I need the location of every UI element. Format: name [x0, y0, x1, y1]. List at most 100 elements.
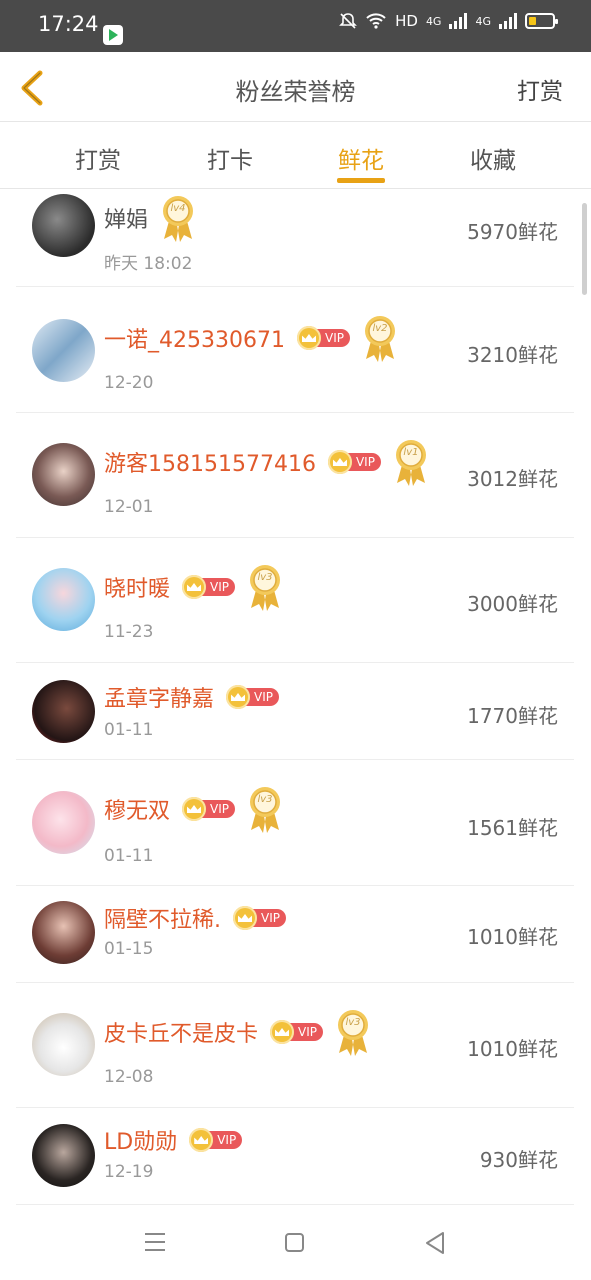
vip-badge: VIP [182, 797, 235, 821]
flower-count: 1010鲜花 [467, 925, 558, 949]
flower-count: 1010鲜花 [467, 1037, 558, 1061]
avatar [32, 901, 95, 964]
name-line: 婵娟 lv4 [104, 193, 196, 243]
vip-badge: VIP [270, 1020, 323, 1044]
vip-badge: VIP [233, 906, 286, 930]
wifi-icon [366, 13, 386, 29]
avatar [32, 194, 95, 257]
network-4g-1: 4G [425, 14, 442, 28]
vip-badge: VIP [182, 575, 235, 599]
crown-icon [182, 797, 207, 821]
avatar [32, 791, 95, 854]
system-nav-bar [0, 1205, 591, 1280]
reward-button[interactable]: 打赏 [517, 72, 563, 106]
fan-name: 皮卡丘不是皮卡 [104, 1022, 259, 1047]
level-label: lv1 [403, 447, 419, 458]
signal-icon-1 [449, 13, 468, 29]
avatar [32, 1124, 95, 1187]
tab-reward[interactable]: 打赏 [58, 141, 138, 175]
crown-icon [327, 450, 352, 474]
battery-icon [525, 13, 558, 29]
list-item[interactable]: LD勋勋 VIP 12-19 930鲜花 [16, 1108, 574, 1205]
list-item[interactable]: 隔壁不拉稀. VIP 01-15 1010鲜花 [16, 886, 574, 983]
tab-flowers[interactable]: 鲜花 [321, 141, 401, 175]
level-label: lv4 [170, 203, 186, 214]
level-label: lv2 [372, 323, 388, 334]
flower-count: 930鲜花 [479, 1148, 558, 1172]
fan-name: 游客158151577416 [104, 452, 316, 477]
fan-date: 01-11 [104, 846, 154, 866]
level-label: lv3 [345, 1017, 361, 1028]
fan-date: 01-11 [104, 720, 154, 740]
home-icon[interactable] [285, 1233, 304, 1252]
level-label: lv3 [257, 572, 273, 583]
header-bar: 粉丝荣誉榜 打赏 [0, 52, 591, 122]
level-medal-icon: lv3 [247, 784, 283, 834]
avatar [32, 319, 95, 382]
tab-bar: 打赏 打卡 鲜花 收藏 [0, 123, 591, 189]
fan-name: 一诺_425330671 [104, 328, 285, 353]
back-triangle-icon[interactable] [424, 1231, 446, 1255]
fan-name: LD勋勋 [104, 1130, 178, 1155]
fan-date: 01-15 [104, 939, 154, 959]
avatar [32, 443, 95, 506]
flower-count: 3000鲜花 [467, 592, 558, 616]
fan-name: 婵娟 [104, 208, 149, 233]
vip-badge: VIP [296, 326, 350, 350]
list-item[interactable]: 一诺_425330671 VIP lv2 12-20 3210鲜花 [16, 287, 574, 413]
list-item[interactable]: 婵娟 lv4 昨天 18:02 5970鲜花 [16, 189, 574, 287]
level-medal-icon: lv3 [247, 562, 283, 612]
status-icons: HD 4G 4G [339, 12, 558, 30]
mute-bell-icon [339, 13, 358, 29]
menu-icon[interactable] [145, 1233, 165, 1257]
list-item[interactable]: 晓时暖 VIP lv3 11-23 3000鲜花 [16, 538, 574, 663]
status-bar: 17:24 HD 4G 4G [0, 0, 591, 52]
fan-name: 晓时暖 [104, 577, 171, 602]
crown-icon [270, 1020, 295, 1044]
vip-badge: VIP [226, 685, 279, 709]
fan-date: 昨天 18:02 [104, 254, 193, 274]
tab-checkin[interactable]: 打卡 [190, 141, 270, 175]
fan-date: 12-01 [104, 497, 154, 517]
app-notification-icon [103, 25, 123, 45]
crown-icon [226, 685, 251, 709]
vip-badge: VIP [327, 450, 381, 474]
scrollbar[interactable] [582, 203, 587, 295]
level-medal-icon: lv3 [335, 1007, 371, 1057]
name-line: 游客158151577416 VIP lv1 [104, 437, 429, 487]
list-item[interactable]: 孟章字静嘉 VIP 01-11 1770鲜花 [16, 663, 574, 760]
active-tab-indicator [337, 178, 385, 183]
level-label: lv3 [257, 794, 273, 805]
list-item[interactable]: 皮卡丘不是皮卡 VIP lv3 12-08 1010鲜花 [16, 983, 574, 1108]
flower-count: 3210鲜花 [467, 343, 558, 367]
crown-icon [296, 326, 321, 350]
fan-date: 11-23 [104, 622, 154, 642]
signal-icon-2 [499, 13, 517, 29]
crown-icon [233, 906, 257, 930]
tab-favorites[interactable]: 收藏 [453, 141, 533, 175]
list-item[interactable]: 游客158151577416 VIP lv1 12-01 3012鲜花 [16, 413, 574, 538]
name-line: 隔壁不拉稀. VIP [104, 900, 286, 936]
flower-count: 5970鲜花 [467, 220, 558, 244]
fan-name: 孟章字静嘉 [104, 687, 215, 712]
name-line: LD勋勋 VIP [104, 1122, 243, 1158]
avatar [32, 680, 95, 743]
flower-count: 1770鲜花 [467, 704, 558, 728]
list-item[interactable]: 穆无双 VIP lv3 01-11 1561鲜花 [16, 760, 574, 886]
name-line: 晓时暖 VIP lv3 [104, 562, 283, 612]
network-4g-2: 4G [475, 14, 491, 28]
page-title: 粉丝荣誉榜 [235, 78, 356, 106]
avatar [32, 1013, 95, 1076]
fan-date: 12-19 [104, 1162, 154, 1182]
level-medal-icon: lv4 [160, 193, 196, 243]
status-time: 17:24 [38, 12, 99, 36]
name-line: 穆无双 VIP lv3 [104, 784, 283, 834]
fan-name: 穆无双 [104, 799, 171, 824]
name-line: 孟章字静嘉 VIP [104, 679, 279, 715]
name-line: 皮卡丘不是皮卡 VIP lv3 [104, 1007, 371, 1057]
flower-count: 1561鲜花 [467, 816, 558, 840]
name-line: 一诺_425330671 VIP lv2 [104, 313, 398, 363]
avatar [32, 568, 95, 631]
fan-date: 12-20 [104, 373, 154, 393]
fan-date: 12-08 [104, 1067, 154, 1087]
